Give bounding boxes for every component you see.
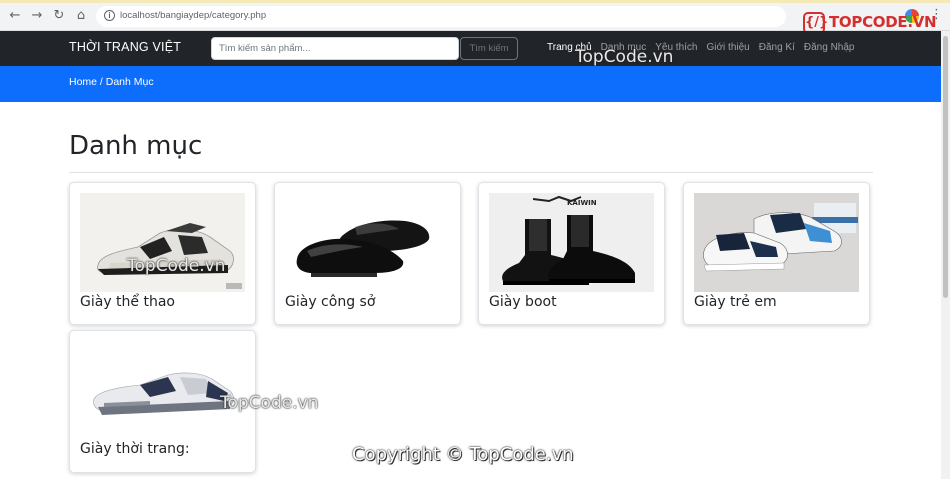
- category-image-fashion[interactable]: [80, 341, 245, 440]
- watermark-copyright: Copyright © TopCode.vn: [352, 444, 574, 465]
- topcode-logo-text: TOPCODE.VN: [829, 13, 937, 31]
- category-image-office[interactable]: [285, 193, 450, 292]
- category-image-sport[interactable]: [80, 193, 245, 292]
- search-button[interactable]: Tìm kiếm: [460, 37, 518, 60]
- site-info-icon[interactable]: i: [104, 10, 115, 21]
- category-image-boot[interactable]: KAIWIN: [489, 193, 654, 292]
- watermark-text: TopCode.vn: [575, 47, 674, 67]
- category-card-sport[interactable]: Giày thể thao: [69, 182, 256, 325]
- reload-icon[interactable]: ↻: [51, 8, 67, 24]
- nav-link-login[interactable]: Đăng Nhập: [804, 42, 855, 53]
- breadcrumb-banner: Home / Danh Mục: [0, 66, 941, 102]
- search-input[interactable]: [211, 37, 459, 60]
- home-icon[interactable]: ⌂: [73, 8, 89, 24]
- category-label-sport[interactable]: Giày thể thao: [80, 294, 175, 310]
- back-icon[interactable]: ←: [7, 8, 23, 24]
- watermark-text: TopCode.vn: [127, 256, 226, 276]
- nav-link-about[interactable]: Giới thiệu: [707, 42, 750, 53]
- scrollbar-thumb[interactable]: [943, 36, 948, 298]
- svg-text:KAIWIN: KAIWIN: [567, 199, 597, 207]
- nav-link-register[interactable]: Đăng Kí: [759, 42, 795, 53]
- address-url: localhost/bangiaydep/category.php: [120, 10, 267, 21]
- category-label-fashion[interactable]: Giày thời trang:: [80, 441, 190, 457]
- forward-icon[interactable]: →: [29, 8, 45, 24]
- page-title: Danh mục: [69, 131, 203, 161]
- breadcrumb[interactable]: Home / Danh Mục: [69, 76, 154, 88]
- category-card-boot[interactable]: KAIWIN Giày boot: [478, 182, 665, 325]
- category-card-office[interactable]: Giày công sở: [274, 182, 461, 325]
- title-divider: [69, 172, 873, 173]
- category-label-office[interactable]: Giày công sở: [285, 294, 375, 310]
- category-image-kids[interactable]: [694, 193, 859, 292]
- category-label-kids[interactable]: Giày trẻ em: [694, 294, 777, 310]
- site-navbar: THỜI TRANG VIỆT Tìm kiếm Trang chủ Danh …: [0, 31, 941, 66]
- category-label-boot[interactable]: Giày boot: [489, 294, 557, 310]
- tab-strip: [0, 0, 950, 3]
- category-card-kids[interactable]: Giày trẻ em: [683, 182, 870, 325]
- watermark-text: TopCode.vn: [220, 393, 319, 413]
- site-brand[interactable]: THỜI TRANG VIỆT: [69, 40, 181, 54]
